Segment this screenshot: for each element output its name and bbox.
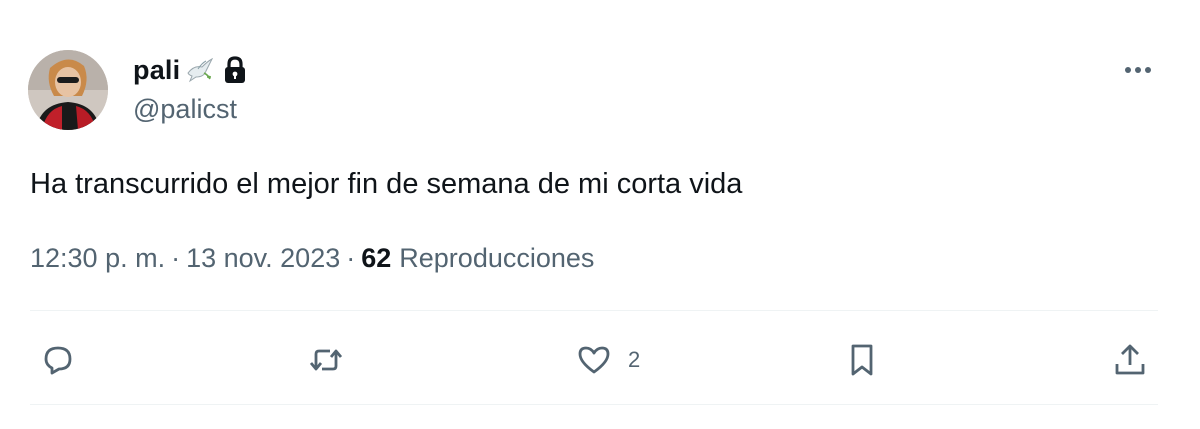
more-options-button[interactable]	[1118, 58, 1158, 82]
like-button[interactable]: 2	[574, 332, 640, 388]
tweet-card: pali @palicst Ha transcurrido el mejor f…	[0, 0, 1200, 429]
bookmark-icon	[851, 344, 873, 376]
tweet-time[interactable]: 12:30 p. m.	[30, 240, 165, 276]
retweet-button[interactable]	[306, 332, 346, 388]
divider-bottom	[30, 404, 1158, 405]
reply-button[interactable]	[38, 332, 78, 388]
author-block: pali @palicst	[133, 52, 248, 125]
tweet-date[interactable]: 13 nov. 2023	[186, 240, 340, 276]
meta-separator: ·	[171, 243, 181, 273]
share-icon	[1115, 344, 1145, 375]
reply-icon	[44, 346, 72, 375]
avatar-image	[28, 50, 108, 130]
meta-separator-2: ·	[346, 243, 356, 273]
more-icon	[1125, 67, 1151, 73]
author-name-row[interactable]: pali	[133, 52, 248, 88]
action-bar: 2	[0, 332, 1200, 388]
handle[interactable]: @palicst	[133, 94, 248, 125]
share-button[interactable]	[1110, 332, 1150, 388]
avatar[interactable]	[28, 50, 108, 130]
lock-icon	[222, 55, 248, 85]
display-name[interactable]: pali	[133, 55, 180, 86]
dove-icon	[184, 55, 214, 85]
bookmark-button[interactable]	[842, 332, 882, 388]
tweet-text: Ha transcurrido el mejor fin de semana d…	[30, 168, 743, 200]
views-count: 62	[361, 243, 392, 273]
tweet-meta: 12:30 p. m. · 13 nov. 2023 · 62 Reproduc…	[30, 240, 594, 276]
heart-icon	[578, 346, 610, 374]
retweet-icon	[309, 349, 343, 371]
views-label: Reproducciones	[399, 243, 595, 273]
like-count: 2	[628, 347, 641, 372]
divider-top	[30, 310, 1158, 311]
